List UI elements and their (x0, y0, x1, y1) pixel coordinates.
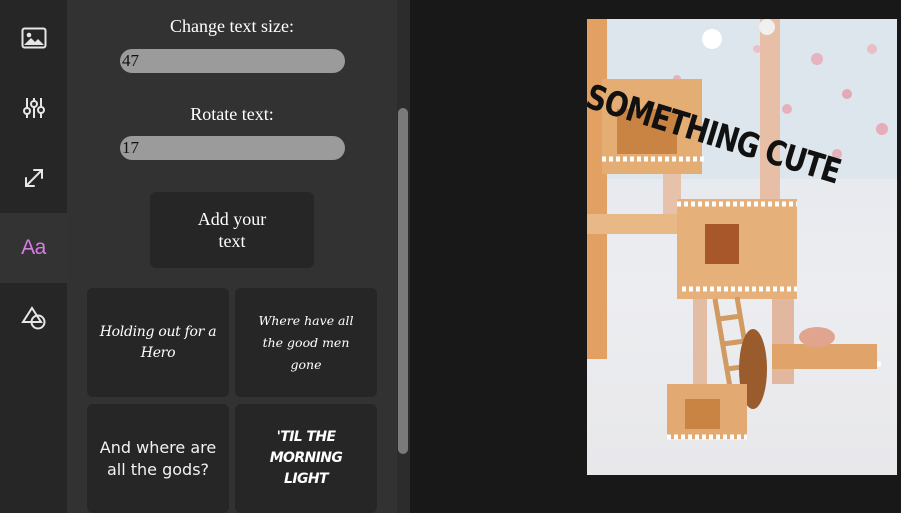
text-size-input[interactable] (120, 49, 345, 73)
text-preset-3[interactable]: And where are all the gods? (87, 404, 229, 513)
image-icon (21, 27, 47, 49)
text-panel: Change text size: Rotate text: Add your … (67, 0, 397, 513)
photo-image (587, 19, 897, 440)
rotate-label: Rotate text: (190, 104, 274, 124)
panel-scrollbar[interactable] (397, 0, 410, 513)
sidebar-item-image[interactable] (0, 3, 67, 73)
text-preset-label: Where have all the good men gone (258, 312, 354, 372)
text-preset-label: 'TIL THE MORNING LIGHT (269, 429, 343, 487)
resize-icon (23, 167, 45, 189)
rotate-input[interactable] (120, 136, 345, 160)
tool-sidebar: Aa (0, 0, 67, 513)
add-text-button-label: Add your text (197, 209, 267, 251)
canvas-area: SOMETHING CUTE (410, 0, 901, 513)
text-preset-label: And where are all the gods? (99, 437, 217, 479)
shapes-icon (20, 306, 47, 330)
photo-canvas[interactable]: SOMETHING CUTE (587, 19, 897, 475)
sliders-icon (22, 97, 45, 119)
sidebar-item-shapes[interactable] (0, 283, 67, 353)
add-text-button[interactable]: Add your text (150, 192, 314, 268)
text-icon: Aa (21, 236, 46, 259)
sidebar-item-adjust[interactable] (0, 73, 67, 143)
sidebar-item-text[interactable]: Aa (0, 213, 67, 283)
text-preset-label: Holding out for a Hero (99, 323, 217, 361)
text-size-label: Change text size: (170, 16, 294, 36)
sidebar-item-resize[interactable] (0, 143, 67, 213)
text-preset-1[interactable]: Holding out for a Hero (87, 288, 229, 397)
scrollbar-thumb[interactable] (398, 108, 408, 454)
text-preset-4[interactable]: 'TIL THE MORNING LIGHT (235, 404, 377, 513)
text-preset-2[interactable]: Where have all the good men gone (235, 288, 377, 397)
